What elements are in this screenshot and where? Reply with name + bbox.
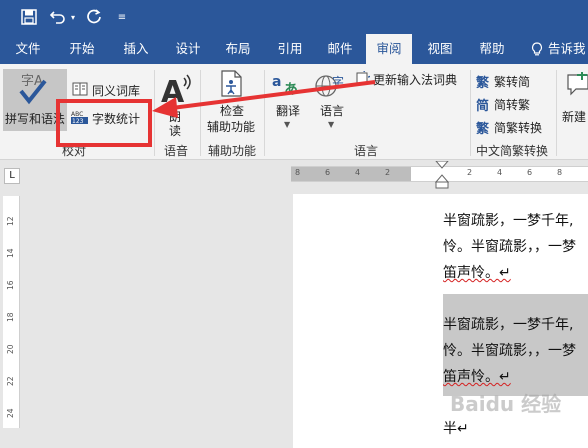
chevron-down-icon: ▼ [328,120,335,129]
ruler-tick: 8 [557,168,563,177]
ruler-tick: 16 [6,280,15,290]
ruler-tick: 2 [385,168,391,177]
accessibility-group-label: 辅助功能 [208,144,257,158]
tab-help[interactable]: 帮助 [468,34,516,64]
ruler-tick: 22 [6,376,15,386]
ruler-tick: 24 [6,408,15,418]
ruler-tick: 6 [527,168,533,177]
ruler-tick: 4 [355,168,361,177]
document-line[interactable]: 半窗疏影，一梦千年, [443,210,573,230]
simp-to-trad-label: 简转繁 [494,98,531,112]
document-line[interactable]: 怜。半窗疏影，，一梦 [443,340,576,360]
document-line[interactable]: 半窗疏影，一梦千年, [443,314,573,334]
baidu-watermark: Baidu 经验 [450,392,562,416]
customize-icon[interactable]: ≡ [114,6,130,28]
tab-layout[interactable]: 布局 [214,34,262,64]
ruler-tick: 12 [6,216,15,226]
indent-marker[interactable] [435,161,449,189]
accessibility-label: 辅助功能 [207,120,256,134]
speech-group-label: 语音 [164,144,189,158]
ruler-tick: 4 [497,168,503,177]
new-comment-label: 新建 [562,110,587,124]
simplified-to-traditional-button[interactable]: 简 简转繁 [476,95,556,114]
horizontal-ruler[interactable]: 8 6 4 2 2 4 6 8 [291,161,588,189]
chinese-conversion-group-label: 中文简繁转换 [476,144,549,158]
ruler-tick: 6 [325,168,331,177]
ruler-tick: 8 [295,168,301,177]
thesaurus-button[interactable]: 同义词库 [70,80,150,100]
document-line[interactable]: 笛声怜。↵ [443,262,511,282]
group-separator [470,70,471,156]
ruler-tick: 2 [467,168,473,177]
tab-review[interactable]: 审阅 [366,34,412,64]
trad-to-simp-icon: 繁 [476,76,490,91]
annotation-arrow [152,80,376,118]
conversion-icon: 繁 [476,122,490,137]
tab-stop-selector[interactable]: L [4,168,20,184]
tab-view[interactable]: 视图 [416,34,464,64]
vertical-ruler[interactable]: 12 14 16 18 20 22 24 [3,196,20,428]
language-group-label: 语言 [354,144,379,158]
ruler-tick: 14 [6,248,15,258]
undo-dropdown-icon[interactable]: ▾ [68,6,78,28]
tab-design[interactable]: 设计 [164,34,212,64]
group-separator [556,70,557,156]
thesaurus-icon [72,82,88,96]
ruler-bar: L 8 6 4 2 2 4 6 8 [0,160,588,192]
new-comment-icon [567,72,588,96]
chinese-conversion-button[interactable]: 繁 简繁转换 [476,118,556,137]
ruler-margin [291,167,411,181]
ruler-tick: 20 [6,344,15,354]
document-line[interactable]: 笛声怜。↵ [443,366,511,386]
tab-insert[interactable]: 插入 [112,34,160,64]
tab-file[interactable]: 文件 [4,34,52,64]
simp-to-trad-icon: 简 [476,99,490,114]
tab-home[interactable]: 开始 [58,34,106,64]
redo-icon[interactable] [84,6,104,28]
traditional-to-simplified-button[interactable]: 繁 繁转简 [476,72,556,91]
title-bar: ▾ ≡ [0,0,588,34]
word-count-highlight [56,99,152,147]
lightbulb-icon[interactable] [526,34,548,64]
spelling-check-icon: 字A [19,74,47,105]
undo-icon[interactable] [48,6,68,28]
save-icon[interactable] [18,6,40,28]
tell-me-search[interactable]: 告诉我 [548,34,588,64]
update-ime-label: 更新输入法词典 [373,73,458,87]
document-line[interactable]: 半↵ [443,418,469,438]
thesaurus-label: 同义词库 [92,84,141,98]
chevron-down-icon: ▼ [284,120,291,129]
conversion-label: 简繁转换 [494,121,543,135]
ruler-tick: 18 [6,312,15,322]
trad-to-simp-label: 繁转简 [494,75,531,89]
ribbon-tabs: 文件 开始 插入 设计 布局 引用 邮件 审阅 视图 帮助 告诉我 [0,34,588,64]
tab-mailings[interactable]: 邮件 [316,34,364,64]
document-line[interactable]: 怜。半窗疏影，，一梦 [443,236,576,256]
new-comment-button[interactable]: 新建 [560,68,588,138]
tab-references[interactable]: 引用 [266,34,314,64]
